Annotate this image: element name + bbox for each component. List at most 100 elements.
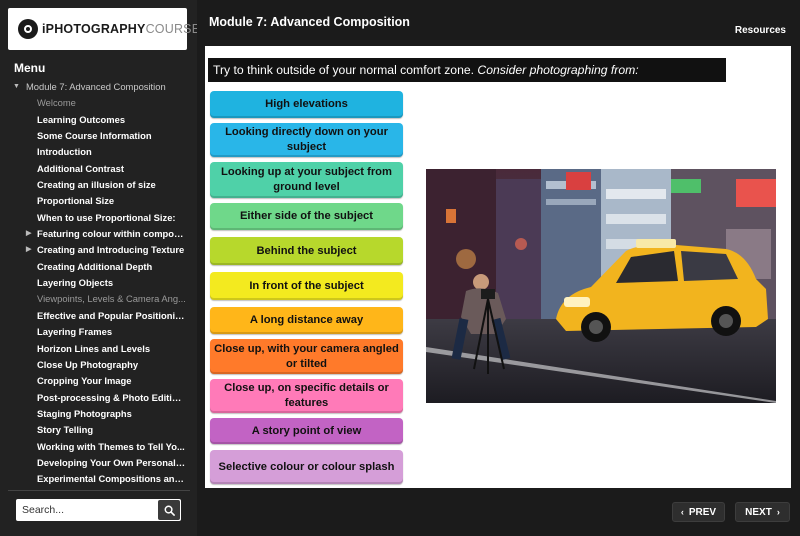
chevron-down-icon: ▼ — [13, 83, 20, 90]
next-button[interactable]: NEXT › — [735, 502, 790, 522]
menu-item-label: Creating and Introducing Texture — [37, 244, 185, 256]
menu-item[interactable]: Layering Objects — [0, 275, 190, 291]
menu-item-label: Horizon Lines and Levels — [37, 342, 151, 354]
menu-item[interactable]: Story Telling — [0, 422, 190, 438]
menu-item-label: Learning Outcomes — [37, 113, 126, 125]
viewpoint-option-button[interactable]: Looking directly down on your subject — [210, 123, 403, 157]
chevron-left-icon: ‹ — [680, 507, 684, 517]
header: Module 7: Advanced Composition Resources — [197, 0, 800, 46]
menu-item[interactable]: When to use Proportional Size: — [0, 210, 190, 226]
menu-item[interactable]: Creating an illusion of size — [0, 177, 190, 193]
sidebar-divider — [8, 490, 190, 491]
viewpoint-option-label: Looking up at your subject from ground l… — [221, 166, 392, 193]
menu-item-label: Experimental Compositions and P... — [37, 473, 190, 485]
page-title: Module 7: Advanced Composition — [209, 15, 410, 29]
menu-title: Menu — [14, 61, 46, 75]
menu-item-label: Layering Frames — [37, 326, 113, 338]
viewpoint-option-button[interactable]: Either side of the subject — [210, 203, 403, 230]
logo-camera-icon — [18, 19, 38, 39]
viewpoint-option-button[interactable]: A story point of view — [210, 418, 403, 444]
menu-item-label: Working with Themes to Tell Yo... — [37, 440, 185, 452]
menu-item[interactable]: Staging Photographs — [0, 406, 190, 422]
menu-item[interactable]: Proportional Size — [0, 193, 190, 209]
menu-item-label: Staging Photographs — [37, 407, 132, 419]
logo-text-light: COURSE — [145, 22, 201, 36]
menu-item[interactable]: Experimental Compositions and P... — [0, 471, 190, 487]
menu-item[interactable]: Introduction — [0, 144, 190, 160]
viewpoint-option-label: In front of the subject — [249, 279, 364, 292]
prev-label: PREV — [688, 506, 717, 518]
menu-item[interactable]: Close Up Photography — [0, 357, 190, 373]
next-label: NEXT — [745, 506, 772, 518]
menu-module-item[interactable]: ▼ Module 7: Advanced Composition — [0, 79, 190, 95]
banner-italic-text: Consider photographing from: — [477, 63, 639, 77]
menu-item[interactable]: ▶ Featuring colour within composit... — [0, 226, 190, 242]
viewpoint-option-label: Behind the subject — [256, 244, 357, 257]
slide-content: Try to think outside of your normal comf… — [205, 46, 791, 488]
menu-item-label: Proportional Size — [37, 195, 115, 207]
menu-item[interactable]: Some Course Information — [0, 128, 190, 144]
menu-item[interactable]: Additional Contrast — [0, 161, 190, 177]
resources-link[interactable]: Resources — [735, 25, 786, 36]
menu-item-label: When to use Proportional Size: — [37, 211, 176, 223]
search-input[interactable] — [16, 499, 158, 521]
viewpoint-option-label: A long distance away — [249, 314, 364, 326]
menu-item[interactable]: Working with Themes to Tell Yo... — [0, 439, 190, 455]
menu-item-label: Additional Contrast — [37, 162, 124, 174]
menu-item-label: Welcome — [37, 97, 76, 109]
search-box — [16, 499, 181, 521]
viewpoint-option-label: Either side of the subject — [239, 210, 374, 222]
menu-item-label: Developing Your Own Personal S... — [37, 456, 190, 468]
viewpoint-option-label: Close up, with your camera angled or til… — [214, 342, 399, 370]
menu-item-label: Post-processing & Photo Editing S... — [37, 391, 190, 403]
search-icon — [164, 505, 175, 516]
viewpoint-option-button[interactable]: High elevations — [210, 91, 403, 118]
viewpoint-option-button[interactable]: Behind the subject — [210, 237, 403, 265]
viewpoint-option-button[interactable]: In front of the subject — [210, 272, 403, 300]
menu-item[interactable]: Cropping Your Image — [0, 373, 190, 389]
menu-item-label: Viewpoints, Levels & Camera Ang... — [37, 293, 186, 305]
menu-item[interactable]: Learning Outcomes — [0, 112, 190, 128]
instruction-banner: Try to think outside of your normal comf… — [208, 58, 726, 82]
viewpoint-option-label: Close up, on specific details or feature… — [224, 382, 389, 409]
menu-item-label: Cropping Your Image — [37, 375, 132, 387]
menu-item-label: Creating an illusion of size — [37, 179, 156, 191]
menu-item-label: Featuring colour within composit... — [37, 228, 190, 240]
viewpoint-option-button[interactable]: A long distance away — [210, 307, 403, 334]
menu-item-label: Effective and Popular Positioning — [37, 309, 187, 321]
search-button[interactable] — [158, 500, 180, 520]
menu-item[interactable]: Viewpoints, Levels & Camera Ang... — [0, 291, 190, 307]
viewpoint-option-button[interactable]: Close up, with your camera angled or til… — [210, 339, 403, 374]
prev-button[interactable]: ‹ PREV — [672, 502, 725, 522]
photographer-taxi-photo — [426, 169, 776, 403]
chevron-right-icon: › — [776, 507, 780, 517]
sidebar: iPHOTOGRAPHYCOURSE Menu ▼ Module 7: Adva… — [0, 0, 200, 536]
chevron-right-icon: ▶ — [26, 246, 32, 254]
logo-text-bold: iPHOTOGRAPHY — [42, 22, 146, 36]
menu-item[interactable]: ▶ Creating and Introducing Texture — [0, 242, 190, 258]
banner-text: Try to think outside of your normal comf… — [213, 63, 475, 77]
logo: iPHOTOGRAPHYCOURSE — [8, 8, 200, 50]
menu-item[interactable]: Post-processing & Photo Editing S... — [0, 390, 190, 406]
menu-item[interactable]: Layering Frames — [0, 324, 190, 340]
viewpoint-option-label: Selective colour or colour splash — [218, 460, 395, 473]
viewpoint-option-label: A story point of view — [251, 424, 362, 437]
menu-list: ▼ Module 7: Advanced Composition Welcome… — [0, 79, 190, 488]
menu-item-label: Story Telling — [37, 424, 94, 436]
viewpoint-option-button[interactable]: Close up, on specific details or feature… — [210, 379, 403, 413]
viewpoint-option-button[interactable]: Looking up at your subject from ground l… — [210, 162, 403, 198]
menu-item[interactable]: Creating Additional Depth — [0, 259, 190, 275]
menu-item-label: Creating Additional Depth — [37, 260, 153, 272]
viewpoint-option-label: Looking directly down on your subject — [225, 126, 388, 153]
viewpoint-option-button[interactable]: Selective colour or colour splash — [210, 450, 403, 484]
menu-item[interactable]: Effective and Popular Positioning — [0, 308, 190, 324]
viewpoint-option-label: High elevations — [265, 98, 348, 110]
menu-module-label: Module 7: Advanced Composition — [26, 81, 166, 92]
menu-item-label: Some Course Information — [37, 130, 152, 142]
menu-item[interactable]: Developing Your Own Personal S... — [0, 455, 190, 471]
menu-item[interactable]: Welcome — [0, 95, 190, 111]
menu-item[interactable]: Horizon Lines and Levels — [0, 341, 190, 357]
menu-item-label: Layering Objects — [37, 277, 114, 289]
chevron-right-icon: ▶ — [26, 230, 32, 238]
menu-item-label: Close Up Photography — [37, 358, 139, 370]
